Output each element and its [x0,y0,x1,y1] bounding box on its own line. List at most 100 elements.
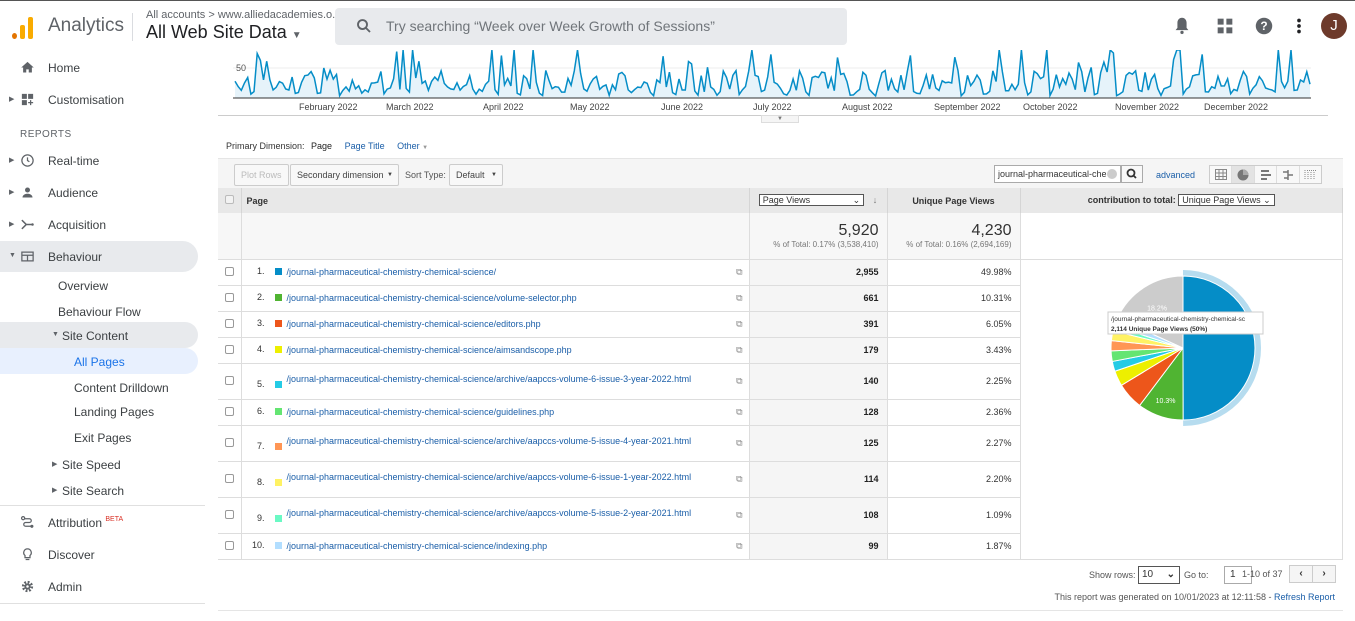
row-checkbox[interactable] [224,509,234,519]
page-link[interactable]: /journal-pharmaceutical-chemistry-chemic… [287,373,692,385]
sort-type-label: Sort Type: [405,170,446,180]
sort-desc-icon[interactable]: ↓ [873,195,878,205]
pie-view-button[interactable] [1232,166,1255,183]
open-in-new-icon[interactable]: ⧉ [736,319,742,330]
dimension-page-title[interactable]: Page Title [345,141,385,151]
sidebar-item-audience[interactable]: ▶ Audience [0,177,198,208]
refresh-report-link[interactable]: Refresh Report [1274,592,1335,602]
plot-rows-button[interactable]: Plot Rows [234,164,289,186]
metric-selector[interactable]: Page Views ⌄ [758,194,865,206]
page-link[interactable]: /journal-pharmaceutical-chemistry-chemic… [287,471,692,483]
filter-search-button[interactable] [1121,165,1143,183]
select-all-checkbox[interactable] [224,195,234,204]
sidebar-item-home[interactable]: Home [0,52,198,83]
unique-page-views-pct-cell: 10.31% [887,285,1021,312]
sidebar-item-realtime[interactable]: ▶ Real-time [0,145,198,176]
unique-page-views-pct-cell: 49.98% [887,259,1021,286]
secondary-dimension-label: Secondary dimension [297,170,384,180]
open-in-new-icon[interactable]: ⧉ [736,438,742,449]
sidebar-item-customisation[interactable]: ▶ Customisation [0,84,198,115]
help-icon[interactable]: ? [1253,15,1275,37]
page-column-header[interactable]: Page [241,188,750,213]
total-unique-views-pct: % of Total: 0.16% (2,694,169) [906,240,1012,250]
window-icon [21,251,34,262]
table-filter-input[interactable]: journal-pharmaceutical-che [994,165,1121,183]
comparison-view-button[interactable] [1277,166,1300,183]
unique-page-views-column-header[interactable]: Unique Page Views [887,188,1021,213]
dimension-other[interactable]: Other ▼ [397,141,428,151]
page-link[interactable]: /journal-pharmaceutical-chemistry-chemic… [287,266,497,278]
row-checkbox[interactable] [224,292,234,302]
row-checkbox[interactable] [224,318,234,328]
open-in-new-icon[interactable]: ⧉ [736,407,742,418]
page-link[interactable]: /journal-pharmaceutical-chemistry-chemic… [287,318,541,330]
sidebar-item-site-speed[interactable]: ▶ Site Speed [0,452,198,478]
pivot-view-button[interactable] [1300,166,1321,183]
sidebar-label: Exit Pages [74,431,132,445]
sidebar-item-site-search[interactable]: ▶ Site Search [0,478,198,504]
bell-icon[interactable] [1171,15,1193,37]
row-checkbox[interactable] [224,344,234,354]
sidebar-item-behaviour[interactable]: ▼ Behaviour [0,241,198,272]
contribution-metric-selector[interactable]: Unique Page Views ⌄ [1178,194,1275,206]
account-breadcrumb[interactable]: All accounts > www.alliedacademies.o... [146,9,341,21]
row-checkbox[interactable] [224,406,234,416]
month-tick-label: March 2022 [386,102,434,112]
sidebar-item-site-content[interactable]: ▼ Site Content [0,322,198,348]
secondary-dimension-dropdown[interactable]: Secondary dimension ▼ [290,164,399,186]
sidebar-item-discover[interactable]: Discover [0,539,198,570]
apps-grid-icon[interactable] [1214,15,1236,37]
open-in-new-icon[interactable]: ⧉ [736,510,742,521]
page-link[interactable]: /journal-pharmaceutical-chemistry-chemic… [287,435,692,447]
sidebar-item-admin[interactable]: Admin [0,571,198,602]
performance-view-button[interactable] [1255,166,1278,183]
chart-resize-handle[interactable]: ▼ [761,115,799,123]
row-checkbox[interactable] [224,473,234,483]
sidebar-item-all-pages[interactable]: All Pages [0,348,198,374]
contribution-column-header: contribution to total: Unique Page Views… [1020,188,1343,213]
page-views-cell: 114 [749,461,888,498]
dimension-page[interactable]: Page [311,141,332,151]
clear-filter-icon[interactable] [1107,169,1117,179]
search-bar[interactable]: Try searching “Week over Week Growth of … [335,8,847,45]
open-in-new-icon[interactable]: ⧉ [736,541,742,552]
row-checkbox[interactable] [224,375,234,385]
page-link[interactable]: /journal-pharmaceutical-chemistry-chemic… [287,540,548,552]
open-in-new-icon[interactable]: ⧉ [736,293,742,304]
pie-slice[interactable] [1182,275,1256,421]
page-views-cell: 108 [749,497,888,534]
page-link[interactable]: /journal-pharmaceutical-chemistry-chemic… [287,406,555,418]
analytics-logo-icon[interactable] [12,15,34,39]
open-in-new-icon[interactable]: ⧉ [736,267,742,278]
prev-page-button[interactable]: ‹ [1290,566,1313,582]
more-vert-icon[interactable] [1288,15,1310,37]
property-selector[interactable]: All Web Site Data ▼ [146,22,302,43]
row-checkbox[interactable] [224,437,234,447]
page-link[interactable]: /journal-pharmaceutical-chemistry-chemic… [287,292,577,304]
series-color-swatch [274,479,282,486]
advanced-filter-link[interactable]: advanced [1156,170,1195,180]
table-view-button[interactable] [1210,166,1233,183]
sidebar-item-acquisition[interactable]: ▶ Acquisition [0,209,198,240]
row-checkbox[interactable] [224,540,234,550]
sidebar-label: Discover [48,548,95,562]
open-in-new-icon[interactable]: ⧉ [736,474,742,485]
row-checkbox[interactable] [224,266,234,276]
avatar[interactable]: J [1321,13,1347,39]
page-cell: 8. /journal-pharmaceutical-chemistry-che… [241,461,750,498]
sidebar-item-attribution[interactable]: Attribution BETA [0,507,198,538]
open-in-new-icon[interactable]: ⧉ [736,376,742,387]
page-cell: 4. /journal-pharmaceutical-chemistry-che… [241,337,750,364]
page-views-column-header[interactable]: Page Views ⌄ ↓ [749,188,888,213]
sidebar-item-exit-pages[interactable]: Exit Pages [0,426,198,452]
page-link[interactable]: /journal-pharmaceutical-chemistry-chemic… [287,344,572,356]
sort-type-dropdown[interactable]: Default ▼ [449,164,503,186]
page-link[interactable]: /journal-pharmaceutical-chemistry-chemic… [287,507,692,519]
sidebar-item-landing-pages[interactable]: Landing Pages [0,400,198,426]
show-rows-select[interactable]: 10 ⌄ [1138,566,1180,584]
sidebar-item-content-drilldown[interactable]: Content Drilldown [0,374,198,400]
open-in-new-icon[interactable]: ⧉ [736,345,742,356]
next-page-button[interactable]: › [1313,566,1335,582]
row-index: 2. [256,292,265,302]
property-name: All Web Site Data [146,22,287,42]
